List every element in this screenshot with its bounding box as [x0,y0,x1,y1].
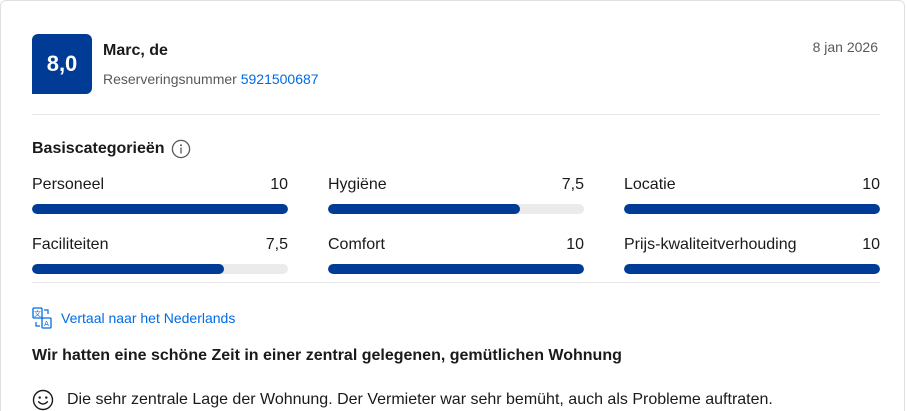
category-score: 10 [270,176,288,193]
category-bar-track [624,264,880,274]
category-label: Prijs-kwaliteitverhouding [624,236,797,253]
category-bar-fill [32,264,224,274]
translate-label: Vertaal naar het Nederlands [61,310,236,326]
divider [32,114,880,115]
category-item: Faciliteiten 7,5 [32,236,288,274]
category-score: 7,5 [265,236,288,253]
review-card: 8,0 Marc, de Reserveringsnummer 59215006… [0,0,905,411]
category-bar-fill [624,204,880,214]
category-score: 7,5 [561,176,584,193]
category-item: Comfort 10 [328,236,584,274]
category-score: 10 [566,236,584,253]
category-bar-fill [32,204,288,214]
category-item: Personeel 10 [32,176,288,214]
translate-icon: 文 A [32,307,52,329]
category-bar-track [624,204,880,214]
positive-comment: Die sehr zentrale Lage der Wohnung. Der … [32,389,773,411]
category-bar-track [32,204,288,214]
category-score: 10 [862,176,880,193]
reservation-info: Reserveringsnummer 5921500687 [103,71,319,87]
review-title: Wir hatten eine schöne Zeit in einer zen… [32,347,622,364]
score-value: 8,0 [46,51,78,76]
category-item: Prijs-kwaliteitverhouding 10 [624,236,880,274]
review-date: 8 jan 2026 [812,39,878,55]
category-item: Hygiëne 7,5 [328,176,584,214]
category-bar-track [32,264,288,274]
reviewer-name: Marc, de [103,42,168,59]
info-icon[interactable] [171,139,191,159]
categories-heading: Basiscategorieën [32,139,191,159]
score-badge: 8,0 [32,34,92,94]
svg-text:A: A [44,320,49,328]
category-label: Hygiëne [328,176,387,193]
reservation-number-link[interactable]: 5921500687 [241,71,319,87]
svg-text:文: 文 [34,309,41,318]
divider [32,282,880,283]
category-score: 10 [862,236,880,253]
category-bar-fill [328,264,584,274]
category-label: Faciliteiten [32,236,109,253]
category-bar-track [328,264,584,274]
category-label: Locatie [624,176,676,193]
category-bar-fill [328,204,520,214]
reservation-label: Reserveringsnummer [103,71,237,87]
category-label: Personeel [32,176,105,193]
category-label: Comfort [328,236,385,253]
categories-title: Basiscategorieën [32,140,165,157]
positive-text: Die sehr zentrale Lage der Wohnung. Der … [67,391,773,408]
category-bar-fill [624,264,880,274]
translate-link[interactable]: 文 A Vertaal naar het Nederlands [32,307,235,329]
category-bar-track [328,204,584,214]
category-item: Locatie 10 [624,176,880,214]
smile-icon [32,389,54,411]
